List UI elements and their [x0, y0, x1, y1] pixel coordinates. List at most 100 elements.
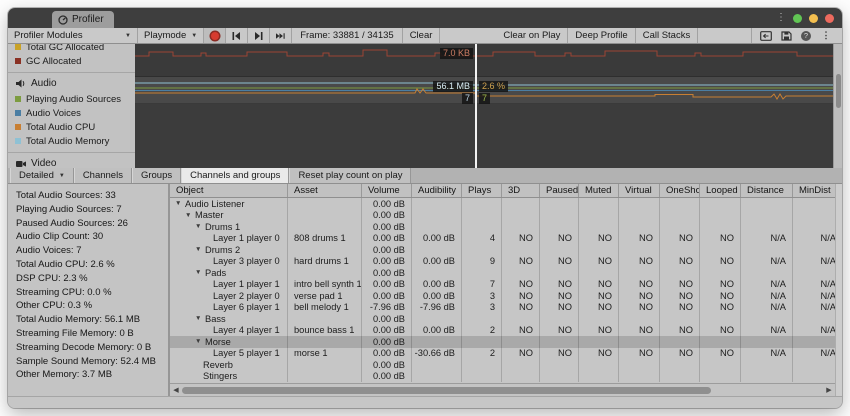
table-row-pads[interactable]: ▼Pads0.00 dB — [170, 267, 835, 279]
table-row-audio-listener[interactable]: ▼Audio Listener0.00 dB — [170, 198, 835, 210]
playmode-dropdown[interactable]: Playmode ▼ — [138, 28, 204, 43]
previous-frame-icon — [232, 32, 241, 40]
tree-expand-arrow[interactable]: ▼ — [195, 269, 205, 276]
cell-mindist — [793, 336, 835, 348]
tree-expand-arrow[interactable]: ▼ — [195, 315, 205, 322]
module-legend-item[interactable]: Total GC Allocated — [8, 44, 135, 54]
column-header-distance[interactable]: Distance — [741, 184, 793, 197]
table-row-stingers[interactable]: Stingers0.00 dB — [170, 371, 835, 383]
window-minimize-button[interactable] — [809, 14, 818, 23]
cell-asset — [288, 198, 362, 210]
chart-vertical-scrollbar[interactable] — [833, 44, 842, 168]
cell-volume: 0.00 dB — [362, 359, 412, 371]
tab-profiler[interactable]: Profiler — [52, 11, 114, 28]
cell-asset — [288, 371, 362, 383]
column-header-object[interactable]: Object — [170, 184, 288, 197]
table-row-layer-4-player-1[interactable]: Layer 4 player 1bounce bass 10.00 dB0.00… — [170, 325, 835, 337]
table-row-layer-1-player-1[interactable]: Layer 1 player 1intro bell synth 10.00 d… — [170, 279, 835, 291]
scrollbar-track[interactable] — [180, 386, 825, 395]
scrollbar-thumb[interactable] — [836, 74, 841, 108]
call-stacks-label: Call Stacks — [643, 30, 691, 41]
titlebar[interactable]: Profiler ⋮ — [8, 8, 842, 28]
module-header-audio[interactable]: Audio — [8, 76, 135, 92]
column-header-plays[interactable]: Plays — [462, 184, 502, 197]
column-header-looped[interactable]: Looped — [700, 184, 741, 197]
tab-channels[interactable]: Channels — [74, 168, 132, 183]
next-frame-button[interactable] — [248, 28, 270, 43]
table-row-layer-2-player-0[interactable]: Layer 2 player 0verse pad 10.00 dB0.00 d… — [170, 290, 835, 302]
stat-line: Streaming File Memory: 0 B — [16, 327, 168, 341]
table-row-layer-6-player-1[interactable]: Layer 6 player 1bell melody 1-7.96 dB-7.… — [170, 302, 835, 314]
previous-frame-button[interactable] — [226, 28, 248, 43]
table-row-drums-1[interactable]: ▼Drums 10.00 dB — [170, 221, 835, 233]
horizontal-scrollbar[interactable]: ◀ ▶ — [170, 383, 835, 396]
cell-looped: NO — [700, 290, 741, 302]
tab-channels-and-groups[interactable]: Channels and groups — [181, 168, 289, 183]
window-close-button[interactable] — [825, 14, 834, 23]
cell-mindist — [793, 371, 835, 383]
stat-line: Other Memory: 3.7 MB — [16, 368, 168, 382]
module-legend-item[interactable]: GC Allocated — [8, 54, 135, 68]
table-row-drums-2[interactable]: ▼Drums 20.00 dB — [170, 244, 835, 256]
clear-button[interactable]: Clear — [403, 28, 441, 43]
window-zoom-button[interactable] — [793, 14, 802, 23]
cell-oneshot: NO — [660, 290, 700, 302]
save-profile-button[interactable] — [778, 30, 794, 42]
column-header-d3[interactable]: 3D — [502, 184, 540, 197]
call-stacks-button[interactable]: Call Stacks — [636, 28, 699, 43]
cell-d3: NO — [502, 233, 540, 245]
scroll-left-arrow[interactable]: ◀ — [172, 386, 180, 394]
record-button[interactable] — [204, 28, 226, 43]
column-header-muted[interactable]: Muted — [579, 184, 619, 197]
module-legend-item[interactable]: Playing Audio Sources — [8, 92, 135, 106]
column-header-audibility[interactable]: Audibility — [412, 184, 462, 197]
cell-asset — [288, 336, 362, 348]
playhead-line[interactable] — [475, 44, 477, 168]
column-header-mindist[interactable]: MinDist — [793, 184, 835, 197]
deep-profile-label: Deep Profile — [575, 30, 627, 41]
tree-expand-arrow[interactable]: ▼ — [195, 338, 205, 345]
module-legend-item[interactable]: Audio Voices — [8, 106, 135, 120]
table-row-layer-1-player-0[interactable]: Layer 1 player 0808 drums 10.00 dB0.00 d… — [170, 233, 835, 245]
chart-area[interactable]: 7.0 KB 56.1 MB 2.6 % 7 7 — [135, 44, 833, 168]
cell-distance: N/A — [741, 348, 793, 360]
tree-expand-arrow[interactable]: ▼ — [195, 223, 205, 230]
table-row-reverb[interactable]: Reverb0.00 dB — [170, 359, 835, 371]
module-legend-item[interactable]: Total Audio Memory — [8, 134, 135, 148]
cell-virtual — [619, 244, 660, 256]
table-row-bass[interactable]: ▼Bass0.00 dB — [170, 313, 835, 325]
table-row-morse[interactable]: ▼Morse0.00 dB — [170, 336, 835, 348]
context-menu-button[interactable]: ⋮ — [818, 30, 834, 42]
clear-on-play-button[interactable]: Clear on Play — [496, 28, 568, 43]
scroll-right-arrow[interactable]: ▶ — [825, 386, 833, 394]
module-legend-item[interactable]: Total Audio CPU — [8, 120, 135, 134]
current-frame-button[interactable] — [270, 28, 292, 43]
object-label: Master — [195, 210, 223, 220]
profiler-modules-dropdown[interactable]: Profiler Modules ▼ — [8, 28, 138, 43]
cell-muted: NO — [579, 325, 619, 337]
deep-profile-button[interactable]: Deep Profile — [568, 28, 635, 43]
column-header-paused[interactable]: Paused — [540, 184, 579, 197]
column-header-volume[interactable]: Volume — [362, 184, 412, 197]
tree-expand-arrow[interactable]: ▼ — [195, 246, 205, 253]
cell-muted: NO — [579, 233, 619, 245]
titlebar-menu-icon[interactable]: ⋮ — [776, 13, 786, 23]
table-row-layer-3-player-0[interactable]: Layer 3 player 0hard drums 10.00 dB0.00 … — [170, 256, 835, 268]
module-header-video[interactable]: Video — [8, 156, 135, 168]
tree-expand-arrow[interactable]: ▼ — [175, 200, 185, 207]
help-button[interactable]: ? — [798, 30, 814, 42]
cell-volume: 0.00 dB — [362, 325, 412, 337]
column-header-virtual[interactable]: Virtual — [619, 184, 660, 197]
tree-expand-arrow[interactable]: ▼ — [185, 212, 195, 219]
cell-volume: 0.00 dB — [362, 336, 412, 348]
detailed-dropdown-tab[interactable]: Detailed ▼ — [10, 168, 74, 183]
table-row-master[interactable]: ▼Master0.00 dB — [170, 210, 835, 222]
scrollbar-thumb[interactable] — [182, 387, 711, 394]
reset-play-count-toggle[interactable]: Reset play count on play — [289, 168, 411, 183]
toolbar-spacer — [440, 28, 496, 43]
column-header-asset[interactable]: Asset — [288, 184, 362, 197]
tab-groups[interactable]: Groups — [132, 168, 181, 183]
load-profile-button[interactable] — [758, 30, 774, 42]
table-row-layer-5-player-1[interactable]: Layer 5 player 1morse 10.00 dB-30.66 dB2… — [170, 348, 835, 360]
column-header-oneshot[interactable]: OneShot — [660, 184, 700, 197]
